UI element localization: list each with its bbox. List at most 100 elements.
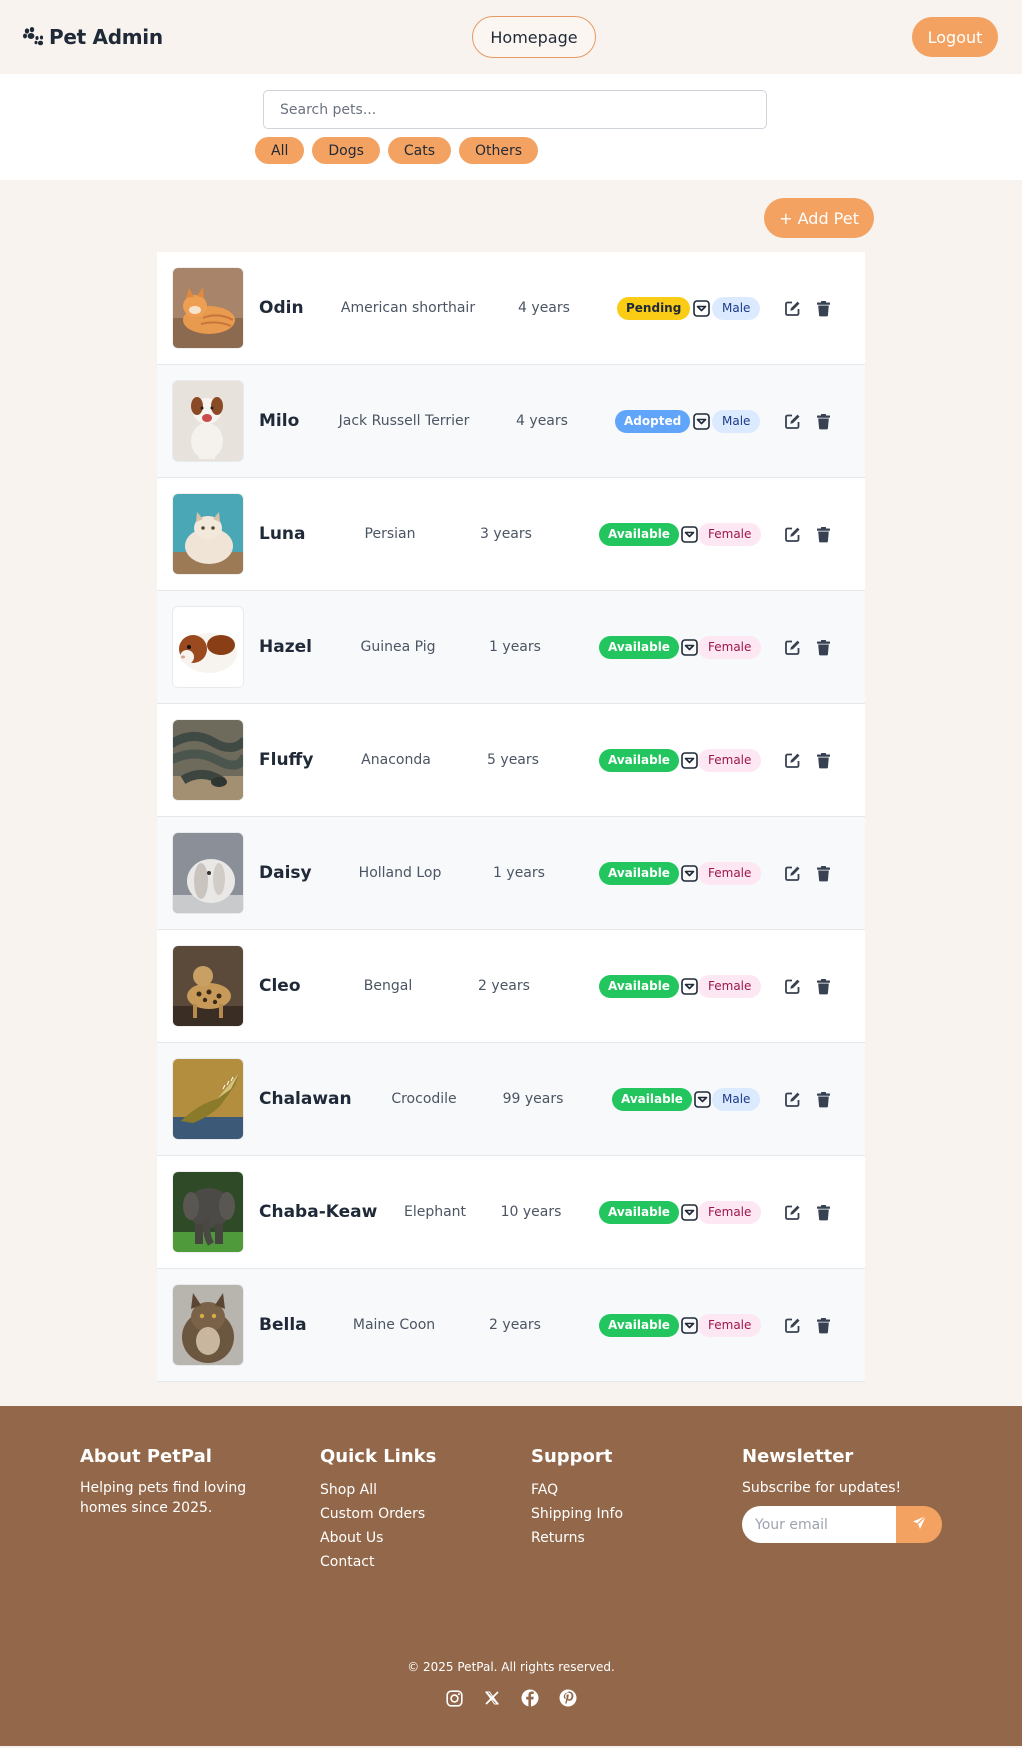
- status-badge[interactable]: Pending: [617, 296, 691, 320]
- pet-name: Bella: [259, 1315, 307, 1335]
- pinterest-icon[interactable]: [559, 1689, 577, 1707]
- edit-icon[interactable]: [784, 639, 801, 656]
- pet-breed: Persian: [364, 526, 416, 542]
- status-badge[interactable]: Available: [599, 748, 679, 772]
- status-badge[interactable]: Available: [599, 861, 679, 885]
- status-control[interactable]: Available: [599, 635, 699, 659]
- social-links: [0, 1689, 1022, 1707]
- chevron-down-icon[interactable]: [681, 525, 699, 543]
- footer-support-title: Support: [531, 1446, 613, 1467]
- pet-row: Luna Persian 3 years Available Female: [157, 478, 865, 591]
- chevron-down-icon[interactable]: [692, 412, 710, 430]
- pet-name: Chaba-Keaw: [259, 1202, 378, 1222]
- edit-icon[interactable]: [784, 865, 801, 882]
- gender-badge: Female: [698, 635, 762, 659]
- pet-breed: Guinea Pig: [360, 639, 436, 655]
- add-pet-button[interactable]: + Add Pet: [764, 198, 874, 238]
- footer-link-about-us[interactable]: About Us: [320, 1526, 436, 1550]
- pet-age: 10 years: [500, 1204, 562, 1220]
- status-badge[interactable]: Available: [599, 1313, 679, 1337]
- status-control[interactable]: Available: [612, 1087, 712, 1111]
- brand[interactable]: Pet Admin: [23, 25, 163, 49]
- newsletter-email-input[interactable]: [742, 1506, 896, 1543]
- status-control[interactable]: Available: [599, 974, 699, 998]
- chevron-down-icon[interactable]: [681, 1316, 699, 1334]
- status-control[interactable]: Adopted: [615, 409, 710, 433]
- footer-newsletter: Newsletter Subscribe for updates!: [742, 1446, 942, 1543]
- status-badge[interactable]: Available: [612, 1087, 692, 1111]
- status-control[interactable]: Available: [599, 1313, 699, 1337]
- edit-icon[interactable]: [784, 413, 801, 430]
- footer-newsletter-text: Subscribe for updates!: [742, 1480, 902, 1496]
- chevron-down-icon[interactable]: [692, 299, 710, 317]
- footer-link-shipping-info[interactable]: Shipping Info: [531, 1502, 623, 1526]
- edit-icon[interactable]: [784, 1204, 801, 1221]
- status-badge[interactable]: Available: [599, 522, 679, 546]
- trash-icon[interactable]: [815, 752, 832, 769]
- trash-icon[interactable]: [815, 865, 832, 882]
- instagram-icon[interactable]: [445, 1689, 463, 1707]
- status-badge[interactable]: Adopted: [615, 409, 691, 433]
- filter-others[interactable]: Others: [459, 137, 539, 164]
- main-content: + Add Pet Odin American shorthair 4 year…: [0, 180, 1022, 1406]
- search-input[interactable]: [263, 90, 767, 129]
- chevron-down-icon[interactable]: [681, 751, 699, 769]
- trash-icon[interactable]: [815, 413, 832, 430]
- logout-button[interactable]: Logout: [912, 17, 998, 57]
- pet-row: Daisy Holland Lop 1 years Available Fema…: [157, 817, 865, 930]
- footer-link-custom-orders[interactable]: Custom Orders: [320, 1502, 436, 1526]
- footer-link-returns[interactable]: Returns: [531, 1526, 623, 1550]
- trash-icon[interactable]: [815, 1317, 832, 1334]
- row-actions: [784, 639, 832, 656]
- edit-icon[interactable]: [784, 752, 801, 769]
- chevron-down-icon[interactable]: [681, 977, 699, 995]
- chevron-down-icon[interactable]: [681, 638, 699, 656]
- filter-cats[interactable]: Cats: [387, 137, 452, 164]
- edit-icon[interactable]: [784, 1091, 801, 1108]
- edit-icon[interactable]: [784, 978, 801, 995]
- pet-breed: Anaconda: [361, 752, 431, 768]
- edit-icon[interactable]: [784, 300, 801, 317]
- footer-link-faq[interactable]: FAQ: [531, 1478, 623, 1502]
- trash-icon[interactable]: [815, 978, 832, 995]
- trash-icon[interactable]: [815, 639, 832, 656]
- filter-dogs[interactable]: Dogs: [312, 137, 380, 164]
- facebook-icon[interactable]: [521, 1689, 539, 1707]
- status-control[interactable]: Available: [599, 522, 699, 546]
- status-badge[interactable]: Available: [599, 1200, 679, 1224]
- pet-age: 4 years: [518, 300, 570, 316]
- edit-icon[interactable]: [784, 1317, 801, 1334]
- footer-link-shop-all[interactable]: Shop All: [320, 1478, 436, 1502]
- pet-name: Chalawan: [259, 1089, 352, 1109]
- newsletter-submit-button[interactable]: [896, 1506, 942, 1543]
- status-control[interactable]: Available: [599, 861, 699, 885]
- filter-all[interactable]: All: [255, 137, 305, 164]
- chevron-down-icon[interactable]: [681, 864, 699, 882]
- status-badge[interactable]: Available: [599, 635, 679, 659]
- gender-badge: Male: [712, 1087, 761, 1111]
- row-actions: [784, 300, 832, 317]
- trash-icon[interactable]: [815, 1204, 832, 1221]
- status-control[interactable]: Available: [599, 1200, 699, 1224]
- chevron-down-icon[interactable]: [681, 1203, 699, 1221]
- status-control[interactable]: Pending: [617, 296, 710, 320]
- edit-icon[interactable]: [784, 526, 801, 543]
- homepage-button[interactable]: Homepage: [472, 16, 596, 58]
- site-footer: About PetPal Helping pets find loving ho…: [0, 1406, 1022, 1746]
- pet-breed: Maine Coon: [352, 1317, 436, 1333]
- row-actions: [784, 865, 832, 882]
- status-control[interactable]: Available: [599, 748, 699, 772]
- pet-name: Milo: [259, 411, 300, 431]
- status-badge[interactable]: Available: [599, 974, 679, 998]
- pet-row: Odin American shorthair 4 years Pending …: [157, 252, 865, 365]
- copyright-text: © 2025 PetPal. All rights reserved.: [407, 1660, 615, 1674]
- trash-icon[interactable]: [815, 300, 832, 317]
- trash-icon[interactable]: [815, 1091, 832, 1108]
- row-actions: [784, 1204, 832, 1221]
- pet-name: Luna: [259, 524, 306, 544]
- pet-row: Fluffy Anaconda 5 years Available Female: [157, 704, 865, 817]
- x-icon[interactable]: [483, 1689, 501, 1707]
- footer-link-contact[interactable]: Contact: [320, 1550, 436, 1574]
- trash-icon[interactable]: [815, 526, 832, 543]
- chevron-down-icon[interactable]: [694, 1090, 712, 1108]
